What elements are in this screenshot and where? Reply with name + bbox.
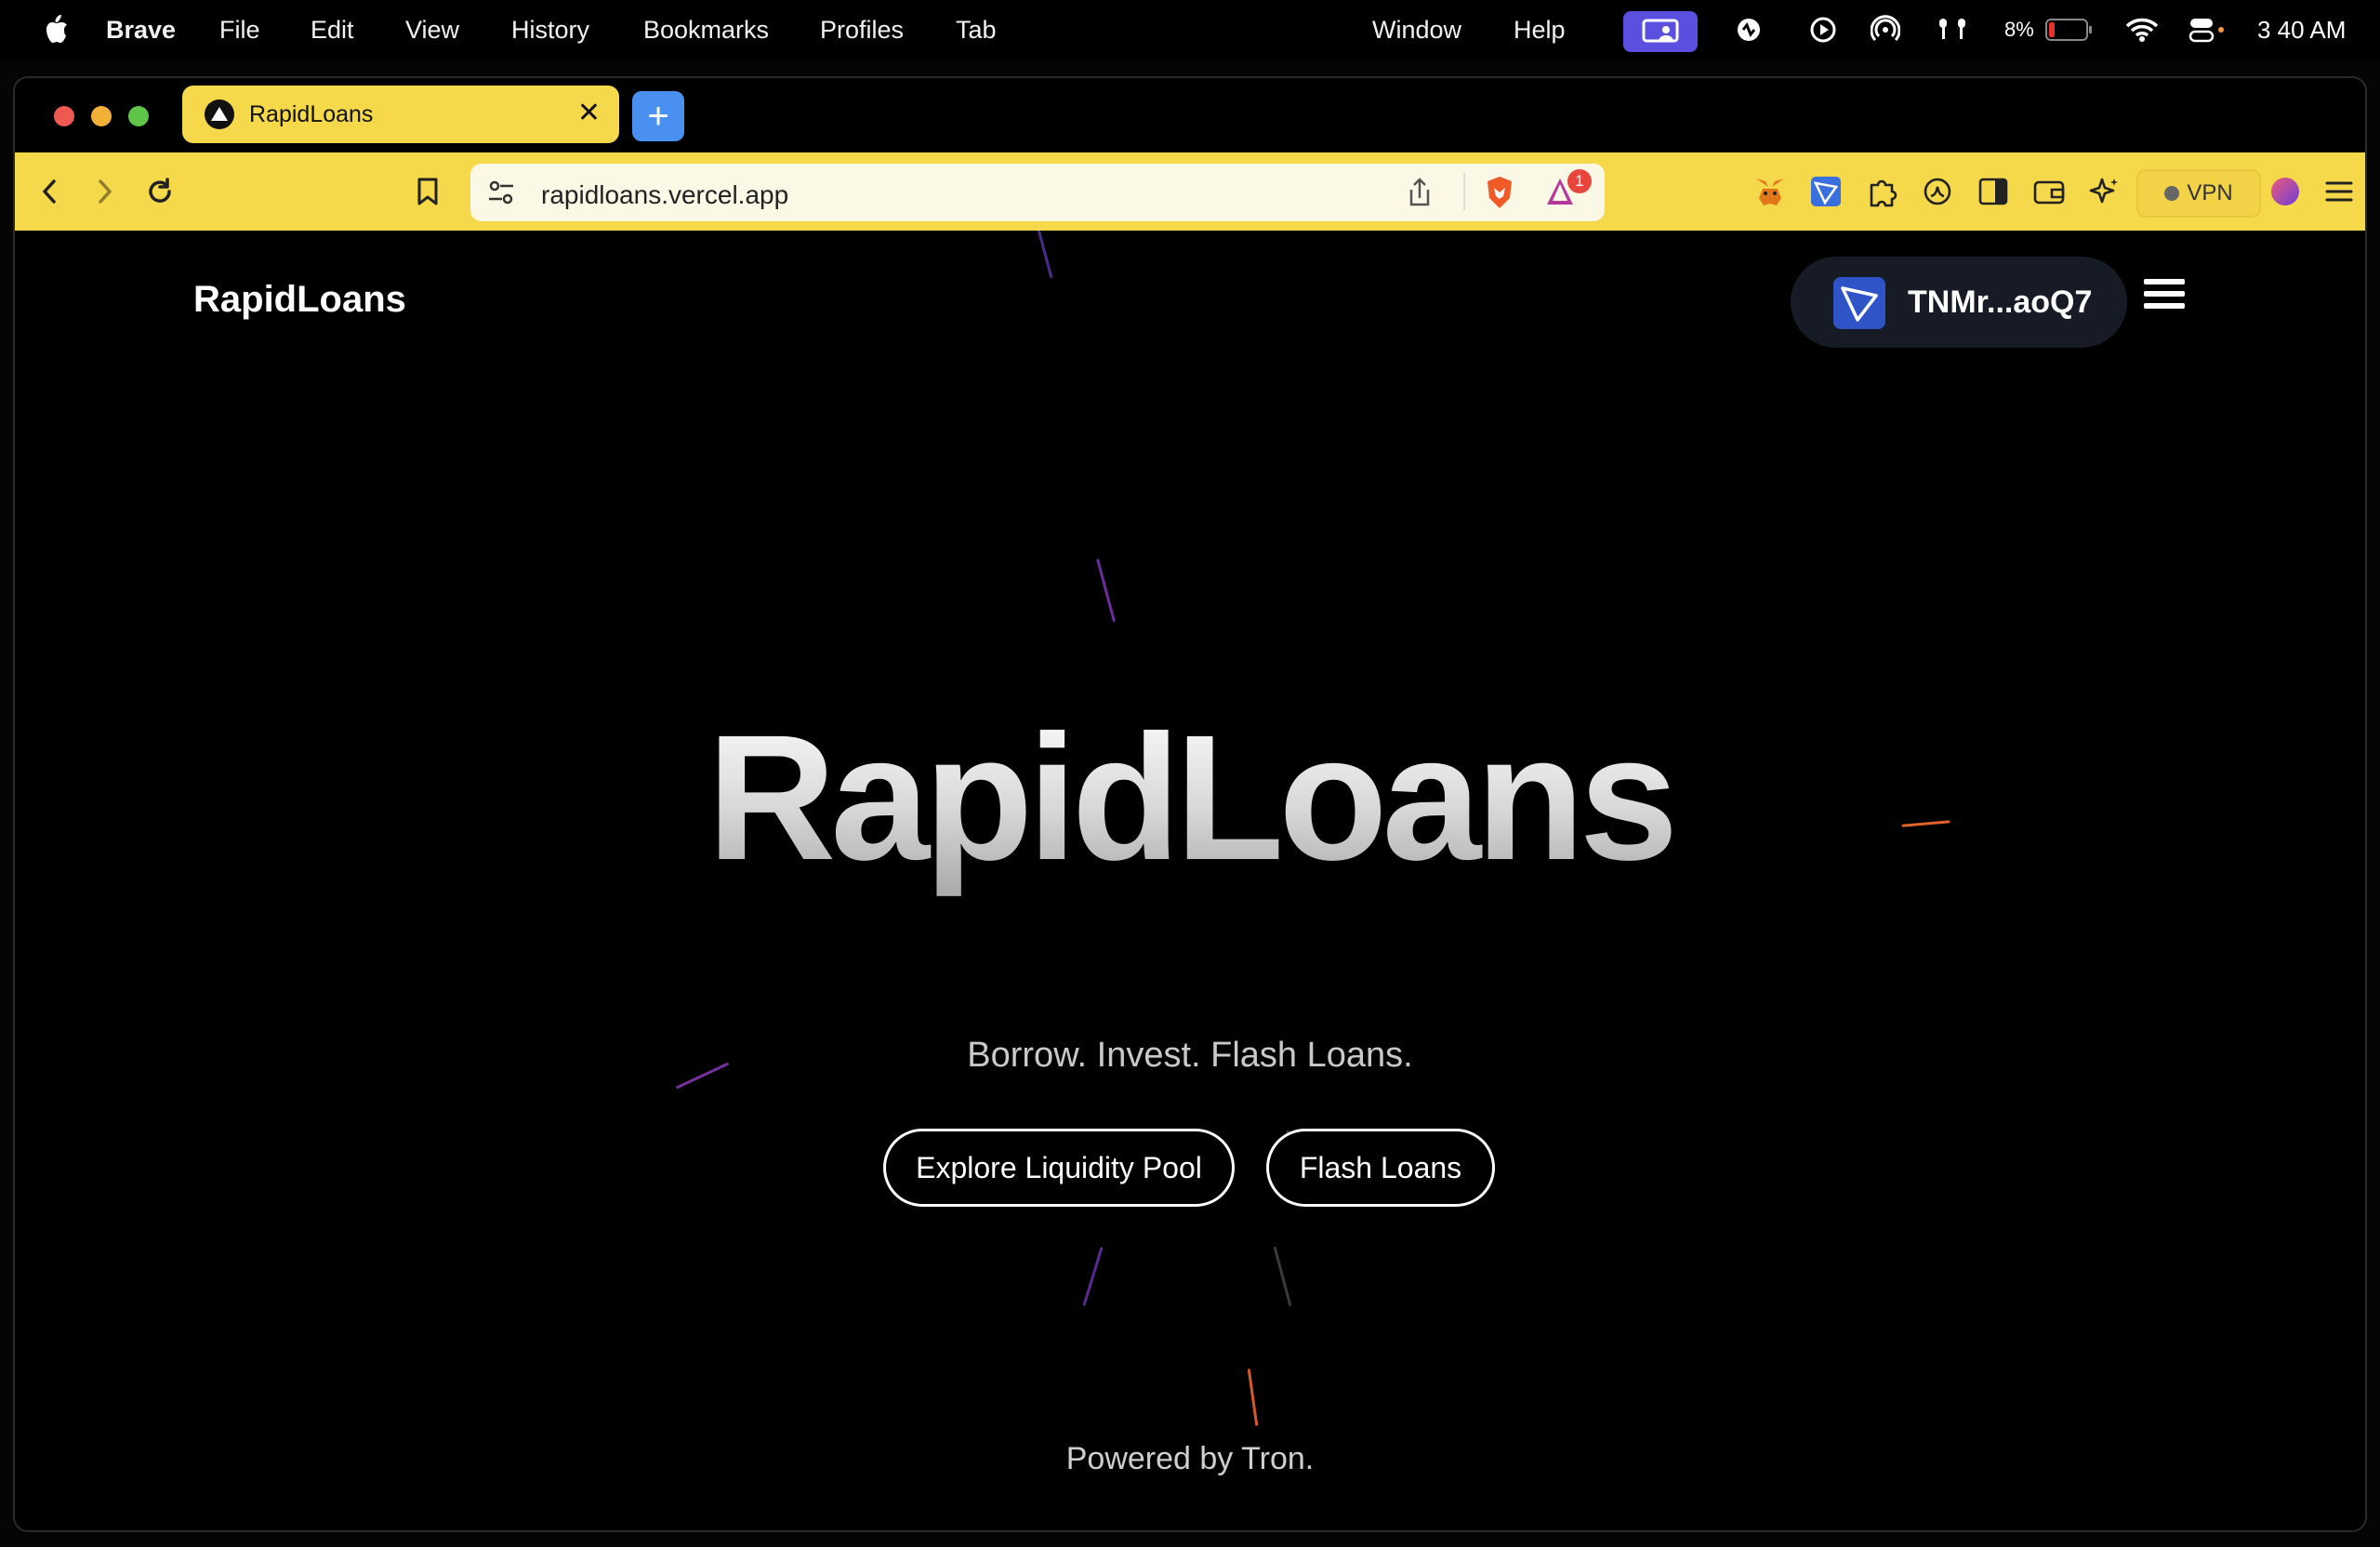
footer-text: Powered by Tron. (1065, 1441, 1315, 1476)
wifi-icon[interactable] (2125, 0, 2159, 60)
new-tab-button[interactable]: + (632, 91, 684, 141)
site-settings-icon[interactable] (485, 177, 517, 213)
tab-rapidloans[interactable]: RapidLoans ✕ (182, 86, 619, 143)
menu-file[interactable]: File (219, 16, 260, 45)
apple-icon[interactable] (43, 13, 69, 45)
decorative-streak (1036, 231, 1053, 279)
back-icon[interactable] (30, 171, 71, 212)
decorative-streak (1273, 1246, 1292, 1307)
battery-icon[interactable] (2045, 0, 2094, 60)
vpn-label: VPN (2187, 180, 2233, 205)
play-icon[interactable] (1809, 0, 1837, 60)
bookmark-icon[interactable] (407, 171, 448, 212)
tronlink-wallet-icon (1833, 277, 1885, 329)
hero-tagline: Borrow. Invest. Flash Loans. (967, 1036, 1413, 1075)
menu-icon[interactable] (2319, 171, 2360, 212)
ai-icon[interactable] (2084, 171, 2125, 212)
divider (1463, 173, 1465, 210)
close-window-button[interactable] (54, 106, 74, 126)
zoom-window-button[interactable] (128, 106, 149, 126)
tronlink-icon[interactable] (1805, 171, 1846, 212)
menu-tab[interactable]: Tab (956, 16, 997, 45)
decorative-streak (1095, 558, 1117, 623)
tab-title: RapidLoans (249, 101, 374, 127)
menu-edit[interactable]: Edit (311, 16, 354, 45)
site-logo[interactable]: RapidLoans (193, 279, 406, 321)
menu-app-brave[interactable]: Brave (106, 16, 176, 45)
vpn-button[interactable]: VPN (2136, 169, 2261, 218)
close-tab-icon[interactable]: ✕ (577, 99, 601, 127)
wallet-icon[interactable] (2029, 171, 2069, 212)
tab-strip: RapidLoans ✕ + (15, 78, 2365, 152)
menu-help[interactable]: Help (1514, 16, 1566, 45)
address-bar[interactable]: rapidloans.vercel.app 1 (470, 164, 1605, 221)
page-content: RapidLoans TNMr...aoQ7 RapidLoans Borrow… (15, 231, 2365, 1530)
browser-window: RapidLoans ✕ + rapidloans.vercel.app 1 V… (15, 78, 2365, 1530)
airpods-icon[interactable] (1936, 0, 1969, 60)
menu-bar: Brave File Edit View History Bookmarks P… (0, 0, 2380, 60)
activity-icon[interactable] (1735, 0, 1763, 60)
explore-liquidity-pool-button[interactable]: Explore Liquidity Pool (883, 1129, 1235, 1207)
flash-loans-button[interactable]: Flash Loans (1266, 1129, 1495, 1207)
leo-icon[interactable] (1917, 171, 1958, 212)
wallet-address: TNMr...aoQ7 (1908, 284, 2093, 320)
url-text[interactable]: rapidloans.vercel.app (541, 180, 788, 210)
forward-icon[interactable] (84, 171, 125, 212)
hero-title: RapidLoans (15, 695, 2365, 900)
extensions-icon[interactable] (1861, 171, 1902, 212)
sidebar-icon[interactable] (1973, 171, 2014, 212)
control-center-icon[interactable] (2188, 0, 2226, 60)
menu-history[interactable]: History (511, 16, 589, 45)
airdrop-icon[interactable] (1871, 0, 1900, 60)
decorative-streak (1082, 1247, 1104, 1306)
rewards-badge: 1 (1567, 169, 1592, 193)
decorative-streak (1247, 1368, 1259, 1426)
profile-icon[interactable] (2265, 171, 2306, 212)
menu-view[interactable]: View (405, 16, 459, 45)
share-icon[interactable] (1406, 177, 1434, 213)
browser-toolbar: rapidloans.vercel.app 1 VPN (15, 152, 2365, 231)
vpn-status-icon (2164, 186, 2180, 201)
rapidloans-favicon-icon (205, 99, 234, 129)
wallet-button[interactable]: TNMr...aoQ7 (1791, 257, 2127, 348)
metamask-icon[interactable] (1750, 171, 1791, 212)
menu-bookmarks[interactable]: Bookmarks (643, 16, 769, 45)
hamburger-menu-icon[interactable] (2144, 279, 2185, 309)
screen-share-icon[interactable] (1623, 11, 1698, 52)
menu-window[interactable]: Window (1372, 16, 1461, 45)
minimize-window-button[interactable] (91, 106, 112, 126)
brave-shields-icon[interactable] (1484, 175, 1515, 215)
battery-percent: 8% (2004, 18, 2034, 41)
menu-profiles[interactable]: Profiles (820, 16, 904, 45)
clock: 3 40 AM (2257, 15, 2347, 44)
reload-icon[interactable] (139, 171, 180, 212)
